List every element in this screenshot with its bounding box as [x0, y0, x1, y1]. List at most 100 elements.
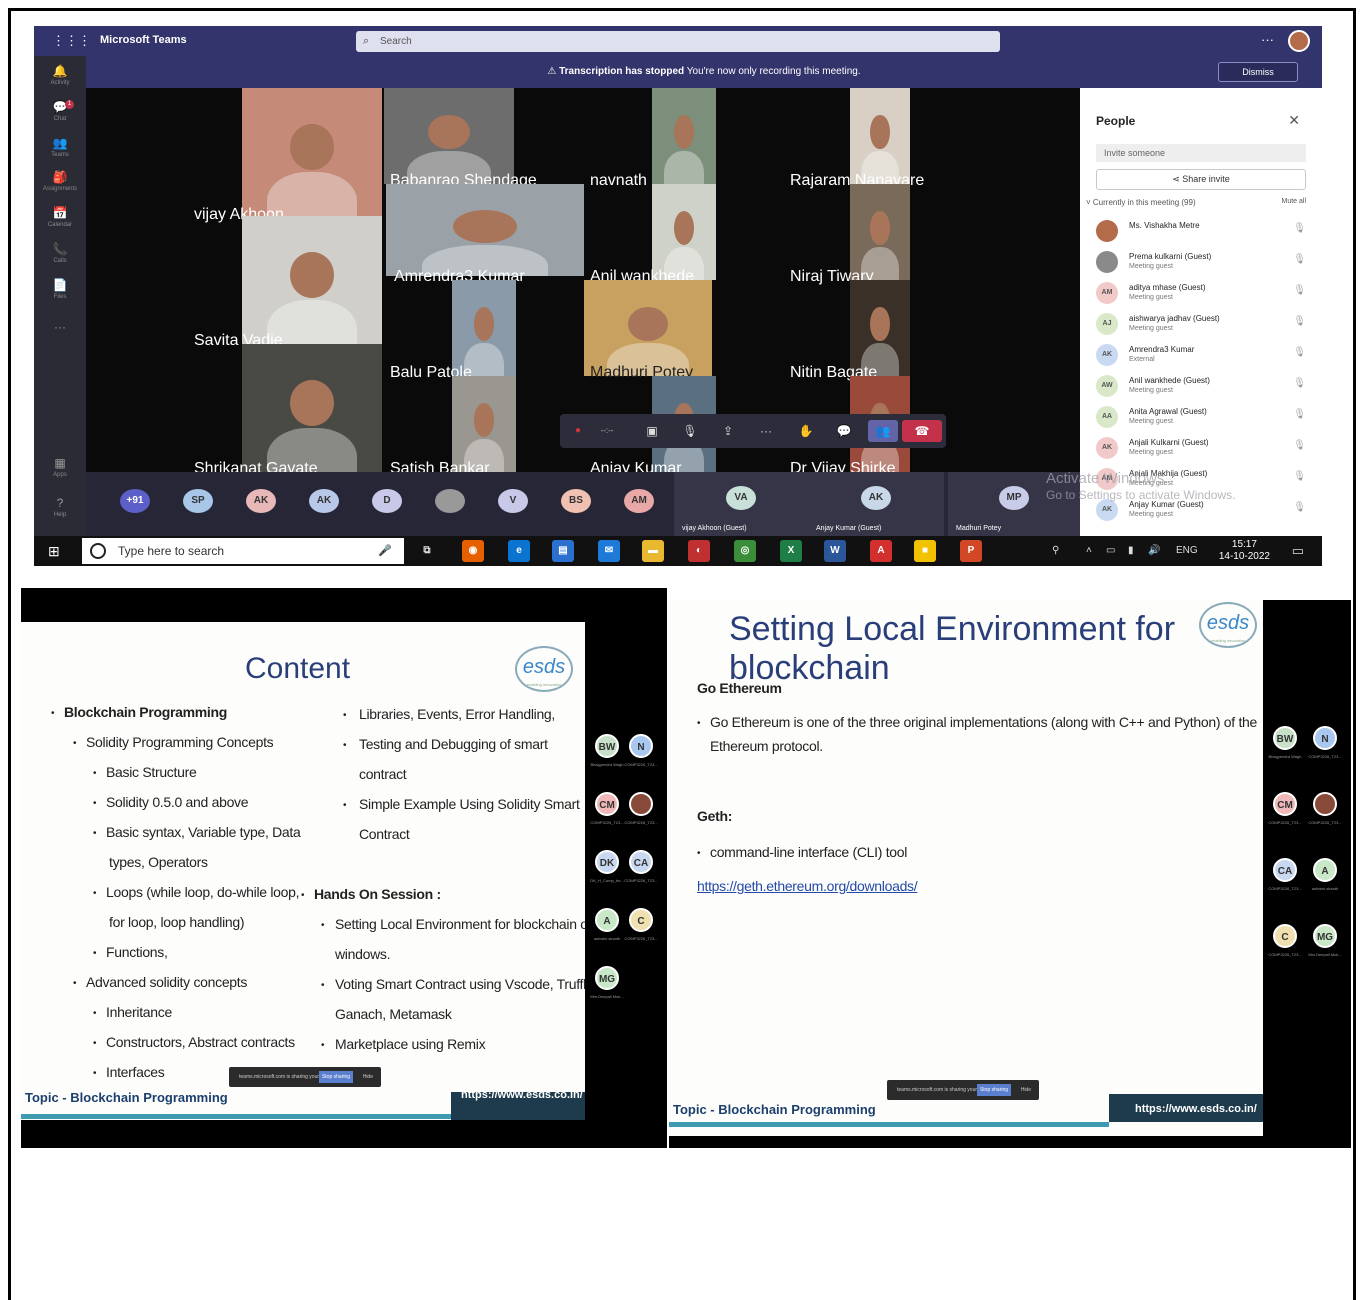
participant-photo[interactable]	[629, 792, 653, 816]
mic-muted-icon[interactable]: 🎙	[1293, 223, 1306, 234]
participant-slot[interactable]: AK Anjay Kumar (Guest)	[808, 472, 944, 536]
guest-avatar-icon[interactable]	[435, 489, 465, 513]
people-icon[interactable]: 👥	[868, 420, 898, 442]
raise-hand-icon[interactable]: ✋	[794, 420, 818, 442]
battery-icon[interactable]: ▮	[1128, 545, 1134, 556]
dismiss-button[interactable]: Dismiss	[1218, 62, 1298, 82]
participant-avatar[interactable]: CA	[1273, 858, 1297, 882]
taskbar-clock[interactable]: 15:17 14-10-2022	[1219, 539, 1270, 563]
store-icon[interactable]: ▤	[552, 540, 574, 562]
rail-item-files[interactable]: 📄 Files	[34, 278, 86, 314]
mic-muted-icon[interactable]: 🎙	[1293, 316, 1306, 327]
participant-avatar[interactable]: AK	[309, 489, 339, 513]
participant-photo[interactable]	[1313, 792, 1337, 816]
mic-muted-icon[interactable]: 🎙	[1293, 502, 1306, 513]
participant-avatar[interactable]: A	[595, 908, 619, 932]
rail-item-assignments[interactable]: 🎒 Assignments	[34, 170, 86, 206]
mic-muted-icon[interactable]: 🎙	[1293, 409, 1306, 420]
mic-muted-icon[interactable]: 🎙	[1293, 471, 1306, 482]
more-options-icon[interactable]: ···	[1261, 32, 1274, 47]
participant-row[interactable]: Prema kulkarni (Guest) Meeting guest 🎙	[1096, 249, 1306, 279]
hang-up-button[interactable]: ☎	[902, 420, 942, 442]
participant-avatar[interactable]: AK	[246, 489, 276, 513]
participant-avatar[interactable]: BW	[1273, 726, 1297, 750]
hide-link[interactable]: Hide	[363, 1067, 373, 1087]
task-view-icon[interactable]: ⧉	[416, 540, 438, 562]
participant-row[interactable]: AA Anita Agrawal (Guest) Meeting guest 🎙	[1096, 404, 1306, 434]
participant-row[interactable]: AW Anil wankhede (Guest) Meeting guest 🎙	[1096, 373, 1306, 403]
share-invite-button[interactable]: ⋖ Share invite	[1096, 169, 1306, 190]
mic-muted-icon[interactable]: 🎙	[1293, 378, 1306, 389]
chevron-up-icon[interactable]: ˄	[1086, 545, 1092, 556]
participant-avatar[interactable]: BW	[595, 734, 619, 758]
media-app-icon[interactable]: ◐	[688, 540, 710, 562]
firefox-icon[interactable]: ◉	[462, 540, 484, 562]
acrobat-icon[interactable]: A	[870, 540, 892, 562]
chat-icon[interactable]: 💬	[832, 420, 856, 442]
word-icon[interactable]: W	[824, 540, 846, 562]
participant-avatar[interactable]: N	[1313, 726, 1337, 750]
participant-row[interactable]: Ms. Vishakha Metre 🎙	[1096, 218, 1306, 248]
sticky-notes-icon[interactable]: ■	[914, 540, 936, 562]
rail-item-apps[interactable]: ▦ Apps	[34, 456, 86, 492]
mic-muted-icon[interactable]: 🎙	[1293, 254, 1306, 265]
rail-item-more[interactable]: ···	[34, 320, 86, 356]
rail-item-activity[interactable]: 🔔 Activity	[34, 64, 86, 100]
participant-row[interactable]: AK Anjali Kulkarni (Guest) Meeting guest 🎙	[1096, 435, 1306, 465]
participant-row[interactable]: AK Amrendra3 Kumar External 🎙	[1096, 342, 1306, 372]
more-actions-icon[interactable]: ···	[754, 420, 778, 442]
windows-start-icon[interactable]: ⊞	[48, 543, 64, 559]
rail-item-help[interactable]: ? Help	[34, 496, 86, 532]
mail-icon[interactable]: ✉	[598, 540, 620, 562]
participant-slot[interactable]: VA vijay Akhoon (Guest)	[674, 472, 808, 536]
invite-someone-input[interactable]: Invite someone	[1096, 144, 1306, 162]
rail-item-chat[interactable]: 💬 Chat 1	[34, 100, 86, 136]
participant-avatar[interactable]: D	[372, 489, 402, 513]
participant-avatar[interactable]: SP	[183, 489, 213, 513]
mic-off-icon[interactable]: 🎙	[678, 420, 702, 442]
participant-avatar[interactable]: MG	[595, 966, 619, 990]
participants-section-header[interactable]: ˅ Currently in this meeting (99)	[1086, 198, 1306, 207]
participant-avatar[interactable]: CA	[629, 850, 653, 874]
participant-row[interactable]: AM aditya mhase (Guest) Meeting guest 🎙	[1096, 280, 1306, 310]
participant-avatar[interactable]: AM	[624, 489, 654, 513]
app-launcher-icon[interactable]: ⋮⋮⋮	[52, 33, 91, 49]
rail-item-calls[interactable]: 📞 Calls	[34, 242, 86, 278]
hide-link[interactable]: Hide	[1021, 1080, 1031, 1100]
participant-avatar[interactable]: V	[498, 489, 528, 513]
network-icon[interactable]: ▭	[1106, 545, 1115, 556]
rail-item-teams[interactable]: 👥 Teams	[34, 136, 86, 172]
people-tray-icon[interactable]: ⚲	[1052, 545, 1059, 556]
excel-icon[interactable]: X	[780, 540, 802, 562]
powerpoint-icon[interactable]: P	[960, 540, 982, 562]
rail-item-calendar[interactable]: 📅 Calendar	[34, 206, 86, 242]
microphone-icon[interactable]: 🎤	[378, 538, 392, 564]
mic-muted-icon[interactable]: 🎙	[1293, 440, 1306, 451]
participant-avatar[interactable]: C	[1273, 924, 1297, 948]
share-screen-icon[interactable]: ⇪	[716, 420, 740, 442]
close-icon[interactable]: ✕	[1288, 112, 1300, 129]
geth-download-link[interactable]: https://geth.ethereum.org/downloads/	[697, 878, 918, 894]
participant-avatar[interactable]: BS	[561, 489, 591, 513]
notifications-icon[interactable]: ▭	[1292, 543, 1304, 559]
profile-avatar[interactable]	[1288, 30, 1310, 52]
stop-sharing-button[interactable]: Stop sharing	[319, 1071, 353, 1083]
participant-avatar[interactable]: MG	[1313, 924, 1337, 948]
participant-row[interactable]: AJ aishwarya jadhav (Guest) Meeting guest 🎙	[1096, 311, 1306, 341]
participant-avatar[interactable]: C	[629, 908, 653, 932]
search-input[interactable]: ⌕ Search	[356, 31, 1000, 52]
file-explorer-icon[interactable]: ▬	[642, 540, 664, 562]
camera-off-icon[interactable]: ▣	[640, 420, 664, 442]
volume-icon[interactable]: 🔊	[1148, 545, 1160, 556]
taskbar-search-input[interactable]: Type here to search 🎤	[82, 538, 404, 564]
participant-avatar[interactable]: DK	[595, 850, 619, 874]
participant-avatar[interactable]: CM	[1273, 792, 1297, 816]
stop-sharing-button[interactable]: Stop sharing	[977, 1084, 1011, 1096]
mic-muted-icon[interactable]: 🎙	[1293, 285, 1306, 296]
mic-muted-icon[interactable]: 🎙	[1293, 347, 1306, 358]
edge-icon[interactable]: e	[508, 540, 530, 562]
participant-avatar[interactable]: A	[1313, 858, 1337, 882]
chrome-icon[interactable]: ◎	[734, 540, 756, 562]
mute-all-link[interactable]: Mute all	[1281, 198, 1306, 205]
participant-avatar[interactable]: CM	[595, 792, 619, 816]
